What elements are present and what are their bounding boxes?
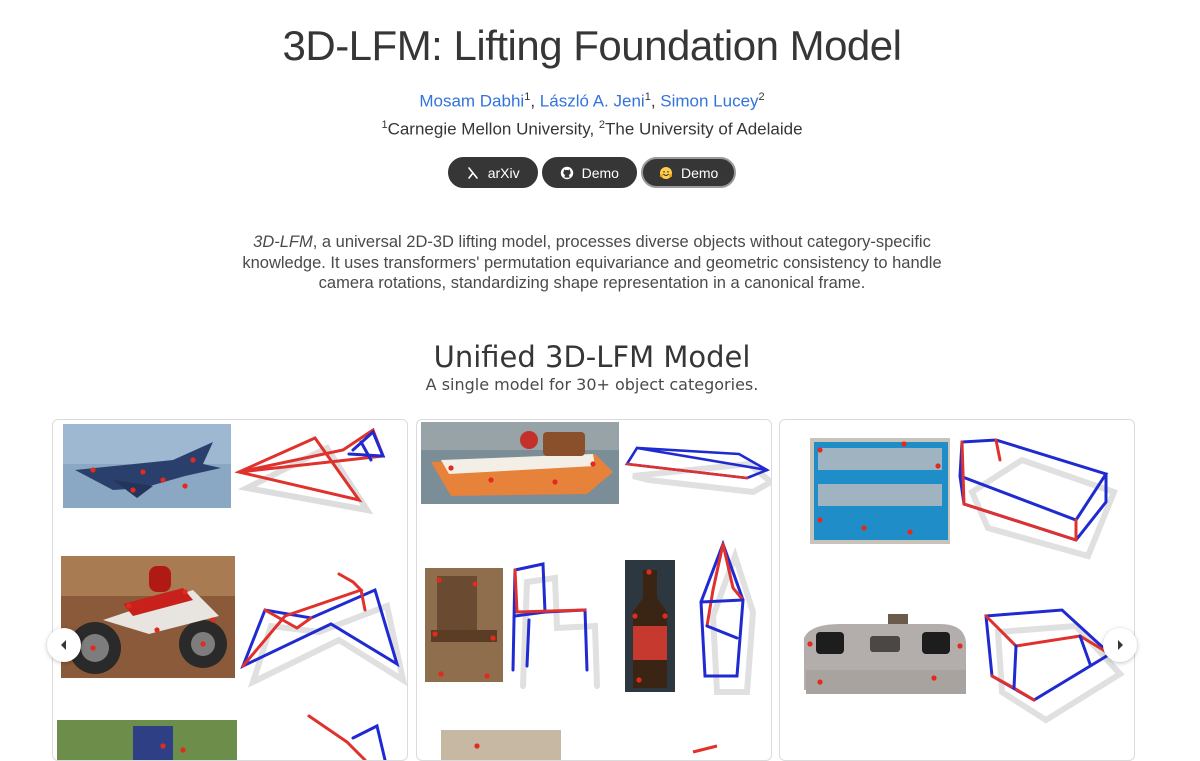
- airplane-3d-skeleton: [234, 427, 386, 515]
- person-photo-partial: [57, 720, 237, 760]
- github-demo-label: Demo: [581, 164, 619, 181]
- section-subtitle: A single model for 30+ object categories…: [425, 375, 759, 394]
- carousel-card: [52, 419, 408, 761]
- bottle-3d-skeleton: [699, 539, 757, 695]
- boat-3d-skeleton: [624, 446, 771, 496]
- bus-3d-skeleton: [958, 438, 1118, 560]
- partial-photo: [441, 730, 561, 760]
- affiliation-cmu: Carnegie Mellon University: [387, 119, 590, 139]
- page-title: 3D-LFM: Lifting Foundation Model: [282, 22, 902, 69]
- carousel-prev-button[interactable]: [47, 628, 81, 662]
- arxiv-icon: [467, 166, 478, 179]
- author-affil-sup: 1: [524, 91, 531, 103]
- huggingface-icon: [659, 166, 673, 179]
- github-icon: [560, 166, 573, 179]
- github-demo-button[interactable]: Demo: [541, 157, 637, 188]
- arxiv-button-label: arXiv: [487, 164, 520, 181]
- carousel-card: [779, 419, 1135, 761]
- link-buttons: arXiv Demo Demo: [0, 157, 1184, 188]
- chair-3d-skeleton: [511, 562, 600, 689]
- abstract-body: , a universal 2D-3D lifting model, proce…: [242, 233, 942, 292]
- sofa-photo: [800, 614, 970, 698]
- boat-photo: [421, 422, 619, 504]
- results-carousel[interactable]: [52, 419, 1135, 761]
- bus-photo: [810, 438, 950, 544]
- person-3d-skeleton-partial: [307, 714, 387, 760]
- motorbike-photo: [61, 556, 235, 678]
- affiliation-list: 1Carnegie Mellon University, 2The Univer…: [381, 119, 803, 139]
- author-link-lucey[interactable]: Simon Lucey: [660, 92, 758, 111]
- carousel-next-button[interactable]: [1103, 628, 1137, 662]
- author-link-jeni[interactable]: László A. Jeni: [540, 92, 645, 111]
- author-affil-sup: 2: [758, 91, 765, 103]
- bottle-photo: [625, 560, 675, 692]
- abstract-text: 3D-LFM, a universal 2D-3D lifting model,…: [220, 232, 964, 294]
- author-link-dabhi[interactable]: Mosam Dabhi: [419, 92, 524, 111]
- chevron-left-icon: [61, 640, 66, 650]
- abstract-model-name: 3D-LFM: [253, 233, 313, 251]
- huggingface-demo-button[interactable]: Demo: [640, 157, 737, 188]
- sofa-3d-skeleton: [984, 608, 1125, 724]
- arxiv-button[interactable]: arXiv: [447, 157, 538, 188]
- motorbike-3d-skeleton: [240, 572, 407, 688]
- author-list: Mosam Dabhi1, László A. Jeni1, Simon Luc…: [419, 91, 765, 111]
- affiliation-adelaide: The University of Adelaide: [605, 119, 803, 139]
- airplane-photo: [63, 424, 231, 508]
- huggingface-demo-label: Demo: [680, 164, 719, 181]
- author-affil-sup: 1: [644, 91, 651, 103]
- chair-photo: [425, 568, 503, 682]
- chevron-right-icon: [1118, 640, 1123, 650]
- section-title: Unified 3D-LFM Model: [433, 340, 751, 374]
- carousel-card: [416, 419, 772, 761]
